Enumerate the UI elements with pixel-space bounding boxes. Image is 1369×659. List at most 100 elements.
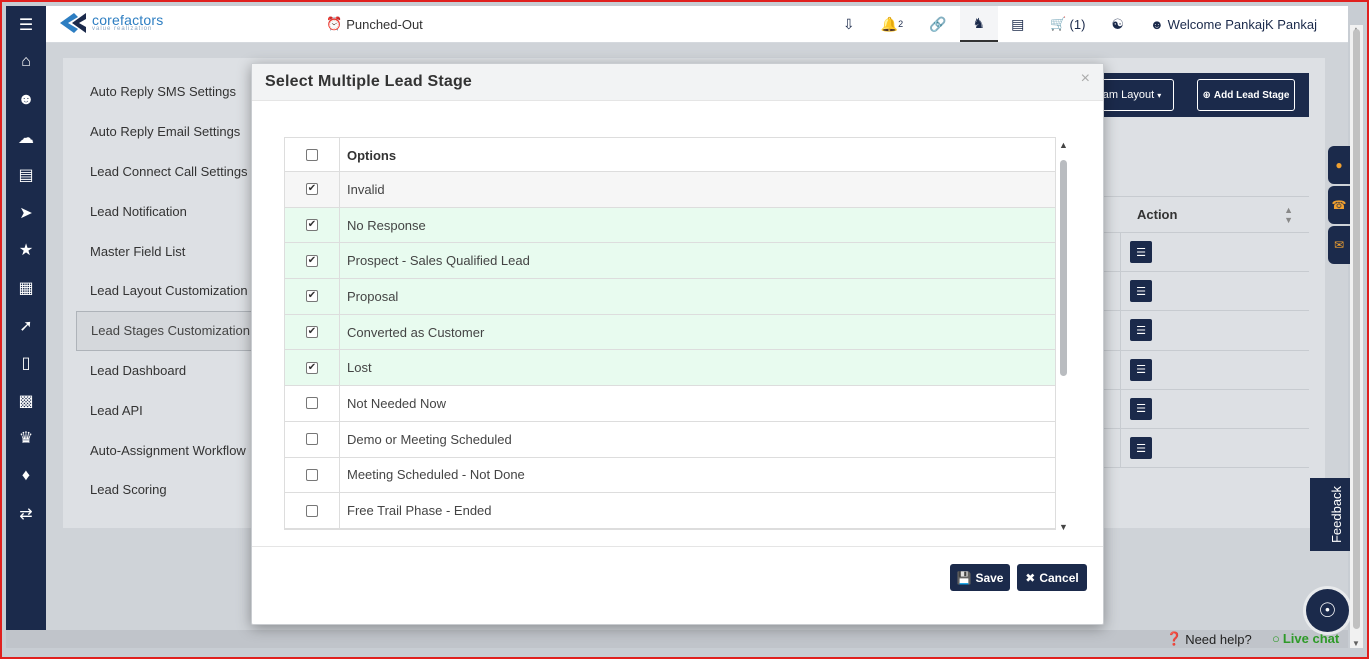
logo-mark-icon [60,13,86,33]
settings-item[interactable]: Auto-Assignment Workflow [76,430,256,470]
user-menu[interactable]: ☻ Welcome PankajK Pankaj [1137,6,1330,42]
row-menu-icon[interactable]: ☰ [1130,358,1152,381]
users-icon[interactable]: ☯ [1098,6,1137,42]
side-quick-tabs: ● ☎ ✉ [1328,146,1350,266]
rocket-icon[interactable]: ➚ [6,307,46,345]
brand-logo[interactable]: corefactors value realization [58,12,163,34]
link-icon[interactable]: 🔗 [916,6,959,42]
option-checkbox-cell: ✔ [285,207,340,243]
settings-item[interactable]: Lead Connect Call Settings [76,152,256,192]
scroll-up-icon[interactable]: ▲ [1059,140,1068,150]
punch-status[interactable]: ⏰ Punched-Out [326,16,423,32]
sort-icon[interactable]: ▲ ▼ [1284,205,1293,225]
modal-scrollbar[interactable]: ▲ ▼ [1057,140,1071,532]
action-column-header[interactable]: Action [1137,207,1284,222]
money-icon[interactable]: ▤ [998,6,1037,42]
option-row[interactable]: ✔ No Response [285,207,1055,244]
modal-scroll-thumb[interactable] [1060,160,1067,376]
ticket-icon[interactable]: ♦ [6,457,46,495]
scroll-down-icon[interactable]: ▼ [1352,639,1360,648]
caret-down-icon: ▾ [1157,90,1162,100]
cancel-button[interactable]: ✖ Cancel [1017,564,1087,591]
row-menu-icon[interactable]: ☰ [1130,437,1152,460]
option-checkbox[interactable]: ✔ [306,361,318,374]
agent-icon[interactable]: ♞ [959,6,999,42]
options-column-header: Options [347,148,397,163]
option-checkbox[interactable]: ✔ [306,290,318,303]
option-row[interactable]: Demo or Meeting Scheduled [285,421,1055,458]
settings-item[interactable]: Lead Dashboard [76,351,256,391]
settings-item[interactable]: Auto Reply Email Settings [76,112,256,152]
row-menu-icon[interactable]: ☰ [1130,397,1152,420]
option-row[interactable]: ✔ Proposal [285,279,1055,315]
page-scrollbar[interactable]: ▲ ▼ [1350,25,1363,648]
row-menu-icon[interactable]: ☰ [1130,280,1152,303]
option-row[interactable]: Meeting Scheduled - Not Done [285,457,1055,494]
settings-item-active[interactable]: Lead Stages Customization [76,310,256,351]
cart-icon: 🛒 [1050,16,1067,31]
trophy-icon[interactable]: ♛ [6,420,46,458]
option-checkbox[interactable]: ✔ [306,219,318,232]
need-help-link[interactable]: ❓ Need help? [1166,631,1252,647]
menu-icon[interactable]: ☰ [6,6,46,44]
page-scroll-thumb[interactable] [1353,29,1360,629]
settings-item[interactable]: Lead API [76,390,256,430]
add-lead-stage-button[interactable]: ⊕ Add Lead Stage [1197,79,1295,111]
option-checkbox[interactable]: ✔ [306,183,318,196]
table-row: ☰ [1104,233,1309,273]
option-row[interactable]: ✔ Prospect - Sales Qualified Lead [285,243,1055,280]
option-checkbox[interactable] [306,504,318,517]
brand-name: corefactors [92,12,164,28]
table-row: ☰ [1104,272,1309,312]
question-icon: ❓ [1166,631,1183,646]
home-icon[interactable]: ⌂ [6,44,46,82]
option-checkbox-cell [285,493,340,528]
settings-item[interactable]: Lead Notification [76,191,256,231]
user-icon[interactable]: ☻ [6,81,46,119]
settings-item[interactable]: Master Field List [76,231,256,271]
megaphone-icon[interactable]: ➤ [6,194,46,232]
chat-bubble-icon[interactable]: ● [1328,146,1350,184]
mail-icon[interactable]: ✉ [1328,226,1350,264]
phone-icon[interactable]: ☎ [1328,186,1350,224]
feedback-label: Feedback [1329,485,1344,544]
save-button[interactable]: 💾 Save [950,564,1010,591]
cart-button[interactable]: 🛒 (1) [1037,6,1098,42]
option-checkbox[interactable]: ✔ [306,254,318,267]
language-globe-button[interactable]: ☉ [1306,589,1349,632]
live-chat-link[interactable]: ○ Live chat [1272,631,1339,646]
option-row[interactable]: Not Needed Now [285,386,1055,422]
option-checkbox[interactable] [306,468,318,481]
close-icon[interactable]: × [1081,70,1090,88]
left-nav: ☰ ⌂ ☻ ☁ ▤ ➤ ★ ▦ ➚ ▯ ▩ ♛ ♦ ⇄ [6,6,46,630]
scroll-down-icon[interactable]: ▼ [1059,522,1068,532]
table-row: ☰ [1104,389,1309,429]
option-checkbox[interactable] [306,433,318,446]
settings-item[interactable]: Auto Reply SMS Settings [76,72,256,112]
shuffle-icon[interactable]: ⇄ [6,495,46,533]
list-icon[interactable]: ▤ [6,156,46,194]
layout-button-label: am Layout [1102,89,1155,101]
option-label: Not Needed Now [347,395,446,411]
grid-icon[interactable]: ▩ [6,382,46,420]
chat-icon: ○ [1272,631,1280,646]
select-all-checkbox[interactable] [306,148,318,161]
table-icon[interactable]: ▦ [6,269,46,307]
row-menu-icon[interactable]: ☰ [1130,319,1152,342]
option-checkbox[interactable] [306,397,318,410]
notification-bell[interactable]: 🔔 2 [868,6,916,42]
download-icon[interactable]: ⇩ [830,6,868,42]
plus-circle-icon: ⊕ [1202,89,1211,101]
table-row: ☰ [1104,311,1309,351]
option-row[interactable]: ✔ Converted as Customer [285,314,1055,351]
option-row[interactable]: Free Trail Phase - Ended [285,493,1055,529]
settings-item[interactable]: Lead Scoring [76,470,256,510]
settings-item[interactable]: Lead Layout Customization [76,271,256,311]
mobile-icon[interactable]: ▯ [6,344,46,382]
cloud-icon[interactable]: ☁ [6,119,46,157]
team-icon[interactable]: ★ [6,232,46,270]
option-row[interactable]: ✔ Invalid [285,172,1055,208]
option-checkbox[interactable]: ✔ [306,326,318,339]
row-menu-icon[interactable]: ☰ [1130,241,1152,264]
option-row[interactable]: ✔ Lost [285,350,1055,387]
